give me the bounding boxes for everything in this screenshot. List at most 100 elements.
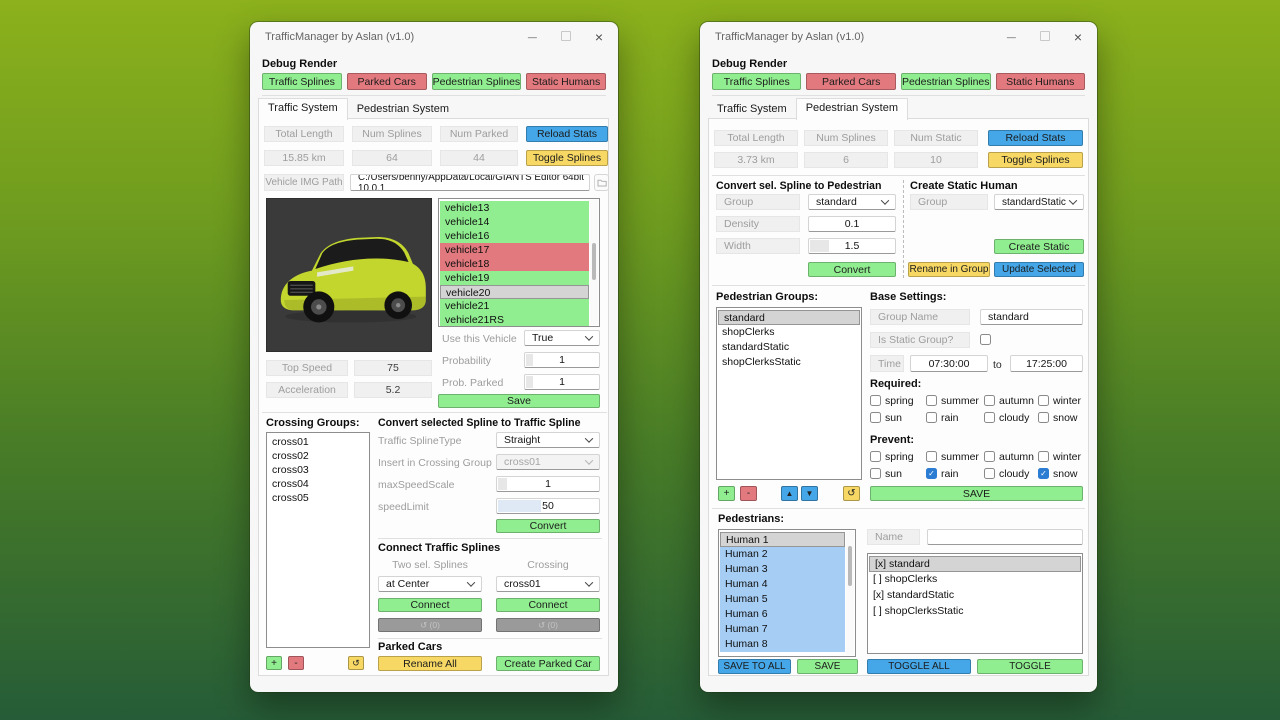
speed-limit-input[interactable]: 50 [496,498,600,514]
update-selected-button[interactable]: Update Selected [994,262,1084,277]
prevent-winter-checkbox[interactable]: winter [1038,450,1084,463]
pedestrian-list-item[interactable]: Human 4 [720,577,845,592]
vehicle-list-item[interactable]: vehicle17 [440,243,589,257]
crossing-group-item[interactable]: cross05 [267,491,369,505]
prevent-summer-checkbox[interactable]: summer [926,450,984,463]
pedestrian-list-item[interactable]: Human 7 [720,622,845,637]
vehicle-list-scrollbar[interactable] [590,200,598,325]
pedestrian-list-item[interactable]: Human 1 [720,532,845,547]
connect-mode-dropdown[interactable]: at Center [378,576,482,592]
maximize-icon[interactable] [561,31,571,44]
pedestrian-group-item[interactable]: standardStatic [717,340,861,355]
debug-toggle-pedestrian-splines[interactable]: Pedestrian Splines [901,73,991,90]
close-icon[interactable] [595,30,603,45]
tab-pedestrian-system[interactable]: Pedestrian System [796,98,908,120]
toggle-all-button[interactable]: TOGGLE ALL [867,659,971,674]
density-input[interactable]: 0.1 [808,216,896,232]
is-static-group-checkbox[interactable] [980,334,991,345]
tab-traffic-system[interactable]: Traffic System [708,100,796,119]
toggle-button[interactable]: TOGGLE [977,659,1083,674]
checkbox-checked-icon[interactable] [926,468,937,479]
checkbox-unchecked-icon[interactable] [1038,451,1049,462]
checkbox-unchecked-icon[interactable] [870,412,881,423]
required-winter-checkbox[interactable]: winter [1038,394,1084,407]
rename-all-button[interactable]: Rename All [378,656,482,671]
membership-item[interactable]: [ ] shopClerks [868,572,1082,588]
connect-crossing-button[interactable]: Connect [496,598,600,612]
membership-item[interactable]: [x] standard [869,556,1081,572]
debug-toggle-parked-cars[interactable]: Parked Cars [347,73,427,90]
scrollbar-thumb[interactable] [848,546,852,586]
undo-connect-button[interactable]: ↺ (0) [378,618,482,632]
prevent-autumn-checkbox[interactable]: autumn [984,450,1038,463]
group-name-input[interactable]: standard [980,309,1083,325]
save-to-all-button[interactable]: SAVE TO ALL [718,659,791,674]
required-spring-checkbox[interactable]: spring [870,394,926,407]
crossing-group-item[interactable]: cross03 [267,463,369,477]
checkbox-unchecked-icon[interactable] [984,451,995,462]
checkbox-unchecked-icon[interactable] [870,468,881,479]
vehicle-list-item[interactable]: vehicle16 [440,229,589,243]
convert-spline-button[interactable]: Convert [496,519,600,533]
checkbox-unchecked-icon[interactable] [1038,395,1049,406]
tab-pedestrian-system[interactable]: Pedestrian System [348,100,458,119]
pedestrian-group-item[interactable]: standard [718,310,860,325]
checkbox-unchecked-icon[interactable] [1038,412,1049,423]
vehicle-img-path-input[interactable]: C:/Users/benny/AppData/Local/GIANTS Edit… [350,174,590,191]
prevent-rain-checkbox[interactable]: rain [926,467,984,480]
vehicle-list-item[interactable]: vehicle18 [440,257,589,271]
add-crossing-group-button[interactable]: + [266,656,282,670]
maximize-icon[interactable] [1040,31,1050,44]
use-this-vehicle-dropdown[interactable]: True [524,330,600,346]
checkbox-checked-icon[interactable] [1038,468,1049,479]
add-group-button[interactable]: + [718,486,735,501]
required-snow-checkbox[interactable]: snow [1038,411,1084,424]
pedestrian-list-item[interactable]: Human 5 [720,592,845,607]
crossing-group-item[interactable]: cross01 [267,435,369,449]
close-icon[interactable] [1074,30,1082,45]
pedestrians-scrollbar[interactable] [846,531,854,655]
pedestrian-list-item[interactable]: Human 8 [720,637,845,652]
toggle-splines-button[interactable]: Toggle Splines [988,152,1083,168]
pedestrian-group-item[interactable]: shopClerks [717,325,861,340]
move-up-icon[interactable]: ▲ [781,486,798,501]
crossing-group-item[interactable]: cross02 [267,449,369,463]
pedestrian-list-item[interactable]: Human 3 [720,562,845,577]
static-group-dropdown[interactable]: standardStatic [994,194,1084,210]
minimize-icon[interactable] [1007,32,1016,43]
reload-stats-button[interactable]: Reload Stats [988,130,1083,146]
browse-folder-button[interactable] [594,174,609,191]
membership-item[interactable]: [x] standardStatic [868,588,1082,604]
pedestrian-name-input[interactable] [927,529,1083,545]
pedestrian-groups-list[interactable]: standardshopClerksstandardStaticshopCler… [716,307,862,480]
insert-crossing-group-dropdown[interactable]: cross01 [496,454,600,470]
checkbox-unchecked-icon[interactable] [926,451,937,462]
checkbox-unchecked-icon[interactable] [926,395,937,406]
checkbox-unchecked-icon[interactable] [984,395,995,406]
prevent-spring-checkbox[interactable]: spring [870,450,926,463]
debug-toggle-static-humans[interactable]: Static Humans [526,73,606,90]
vehicle-list-item[interactable]: vehicle21RS [440,313,589,327]
pedestrian-list-item[interactable]: Human 2 [720,547,845,562]
debug-toggle-traffic-splines[interactable]: Traffic Splines [262,73,342,90]
crossing-group-item[interactable]: cross04 [267,477,369,491]
prevent-snow-checkbox[interactable]: snow [1038,467,1084,480]
save-pedestrian-button[interactable]: SAVE [797,659,858,674]
vehicle-list-item[interactable]: vehicle13 [440,201,589,215]
membership-item[interactable]: [ ] shopClerksStatic [868,604,1082,620]
pedestrian-list-item[interactable]: Human 6 [720,607,845,622]
time-to-input[interactable]: 17:25:00 [1010,355,1083,372]
crossing-groups-list[interactable]: cross01cross02cross03cross04cross05 [266,432,370,648]
prevent-sun-checkbox[interactable]: sun [870,467,926,480]
checkbox-unchecked-icon[interactable] [870,395,881,406]
max-speed-scale-input[interactable]: 1 [496,476,600,492]
tab-traffic-system[interactable]: Traffic System [258,98,348,120]
required-sun-checkbox[interactable]: sun [870,411,926,424]
reload-stats-button[interactable]: Reload Stats [526,126,608,142]
debug-toggle-parked-cars[interactable]: Parked Cars [806,73,895,90]
save-vehicle-button[interactable]: Save [438,394,600,408]
checkbox-unchecked-icon[interactable] [984,468,995,479]
create-parked-car-button[interactable]: Create Parked Car [496,656,600,671]
create-static-button[interactable]: Create Static [994,239,1084,254]
vehicle-list-item[interactable]: vehicle14 [440,215,589,229]
